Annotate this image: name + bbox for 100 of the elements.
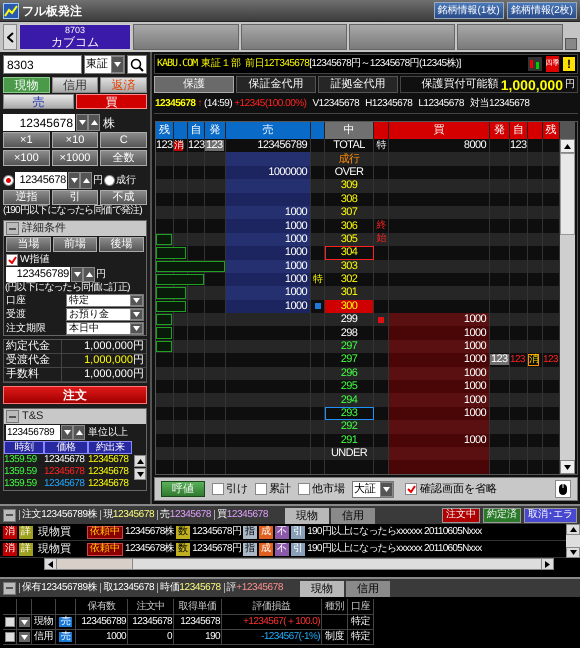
scroll-up-button[interactable] [560,139,575,153]
dropdown-button[interactable] [380,482,393,496]
quote-time: (14:59) [204,99,232,109]
market-select[interactable]: 東証 [84,55,126,74]
scroll-down-button[interactable] [134,468,146,480]
dropdown-button[interactable] [130,323,143,334]
checkbox[interactable] [212,483,224,495]
filter-button[interactable]: 取消･エラ [524,508,577,522]
scroll-down-button[interactable] [566,547,580,558]
radio-button[interactable] [3,175,14,186]
price-level: 297 [340,354,358,366]
filter-button[interactable]: 約定済 [483,508,521,522]
multiplier-button[interactable]: C [100,132,147,148]
spin-up-button[interactable] [83,267,95,282]
dropdown-field[interactable]: 特定 [66,294,144,307]
checkbox[interactable] [4,632,14,642]
header-cell [174,122,188,139]
stock-tab[interactable]: 8703 カブコム [19,24,131,50]
volume-filter-field[interactable]: 123456789 [6,425,60,440]
account-type-tab[interactable]: 信用 [52,77,98,93]
collapse-toggle[interactable] [3,582,16,594]
price-field[interactable]: 123456789 [6,267,70,282]
caret-down-icon [133,312,140,317]
price-field[interactable]: 12345678 [15,172,67,189]
dropdown-button[interactable] [130,309,143,320]
quantity-field[interactable]: 12345678 [3,114,75,131]
spin-down-button[interactable] [68,172,80,189]
filter-button[interactable]: 注文中 [442,508,480,522]
price-level: 306 [340,220,358,232]
scrollbar-thumb[interactable] [57,559,133,569]
radio-button[interactable] [104,175,115,186]
scroll-down-button[interactable] [560,460,575,474]
scroll-up-button[interactable] [134,455,146,467]
symbol-field[interactable]: 8303 [3,55,82,74]
multiplier-button[interactable]: ×1 [3,132,50,148]
dropdown-button[interactable] [111,56,124,73]
dropdown-button[interactable] [130,295,143,306]
spin-down-button[interactable] [61,425,73,440]
multiplier-button[interactable]: ×100 [3,150,50,166]
checkbox[interactable] [298,483,310,495]
spin-up-button[interactable] [80,172,92,189]
opposite-value: 対当12345678 [470,99,530,109]
column-header: 残 [156,122,174,139]
section-tab[interactable]: 信用 [346,581,390,597]
caret-up-icon [86,272,92,277]
funds-tab[interactable]: 証拠金代用 [318,76,398,93]
condition-button[interactable]: 不成 [100,190,147,205]
mouse-button[interactable] [555,480,571,498]
multiplier-button[interactable]: ×1000 [52,150,98,166]
condition-button[interactable]: 引 [52,190,98,205]
back-button[interactable] [3,24,17,50]
caret-down-icon [78,120,86,125]
chevron-left-icon [6,32,14,42]
spin-down-button[interactable] [76,114,88,131]
funds-tab[interactable]: 保護 [154,76,234,93]
account-type-tab[interactable]: 現物 [3,77,50,93]
search-icon [130,58,144,72]
session-button[interactable]: 前場 [52,237,98,252]
multiplier-button[interactable]: ×10 [52,132,98,148]
spin-down-button[interactable] [71,267,83,282]
checkbox[interactable] [4,617,14,627]
multiplier-button[interactable]: 全数 [100,150,147,166]
exchange-select[interactable]: 大証 [352,480,394,498]
section-tab[interactable]: 信用 [330,508,375,524]
dropdown-button[interactable] [18,632,30,642]
order-button[interactable]: 注文 [3,386,147,404]
price-level: 293 [325,406,374,420]
collapse-toggle[interactable] [6,222,19,235]
session-button[interactable]: 後場 [99,237,144,252]
checkbox[interactable] [255,483,267,495]
spin-up-button[interactable] [73,425,85,440]
side-tab[interactable]: 買 [76,94,147,109]
spin-up-button[interactable] [88,114,100,131]
stock-info-button[interactable]: 銘柄情報(1枚) [434,2,504,19]
cancel-button[interactable]: 消 [3,542,17,556]
dropdown-field[interactable]: お預り金 [66,308,144,321]
condition-button[interactable]: 逆指 [3,190,50,205]
order-count: 123 [543,354,558,365]
candlestick-chart-icon[interactable] [528,57,542,71]
collapse-toggle[interactable] [6,410,19,423]
price-level: 304 [325,246,374,260]
alert-button[interactable]: ! [563,57,575,71]
session-button[interactable]: 当場 [6,237,51,252]
collapse-toggle[interactable] [3,508,16,522]
section-tab[interactable]: 現物 [300,581,344,597]
dropdown-field[interactable]: 本日中 [66,322,144,335]
dropdown-button[interactable] [18,617,30,627]
funds-tab[interactable]: 保証金代用 [236,76,316,93]
section-tab[interactable]: 現物 [284,508,329,524]
side-tab[interactable]: 売 [3,94,74,109]
checkbox[interactable] [6,254,18,266]
caret-down-icon [570,550,576,555]
stock-info-button[interactable]: 銘柄情報(2枚) [506,2,577,19]
cancel-button[interactable]: 消 [3,526,17,538]
scroll-up-button[interactable] [566,524,580,535]
tick-size-button[interactable]: 呼値 [161,481,205,497]
caret-up-icon [570,527,576,532]
scrollbar-thumb[interactable] [560,153,575,235]
checkbox[interactable] [405,483,417,495]
search-button[interactable] [127,55,147,74]
